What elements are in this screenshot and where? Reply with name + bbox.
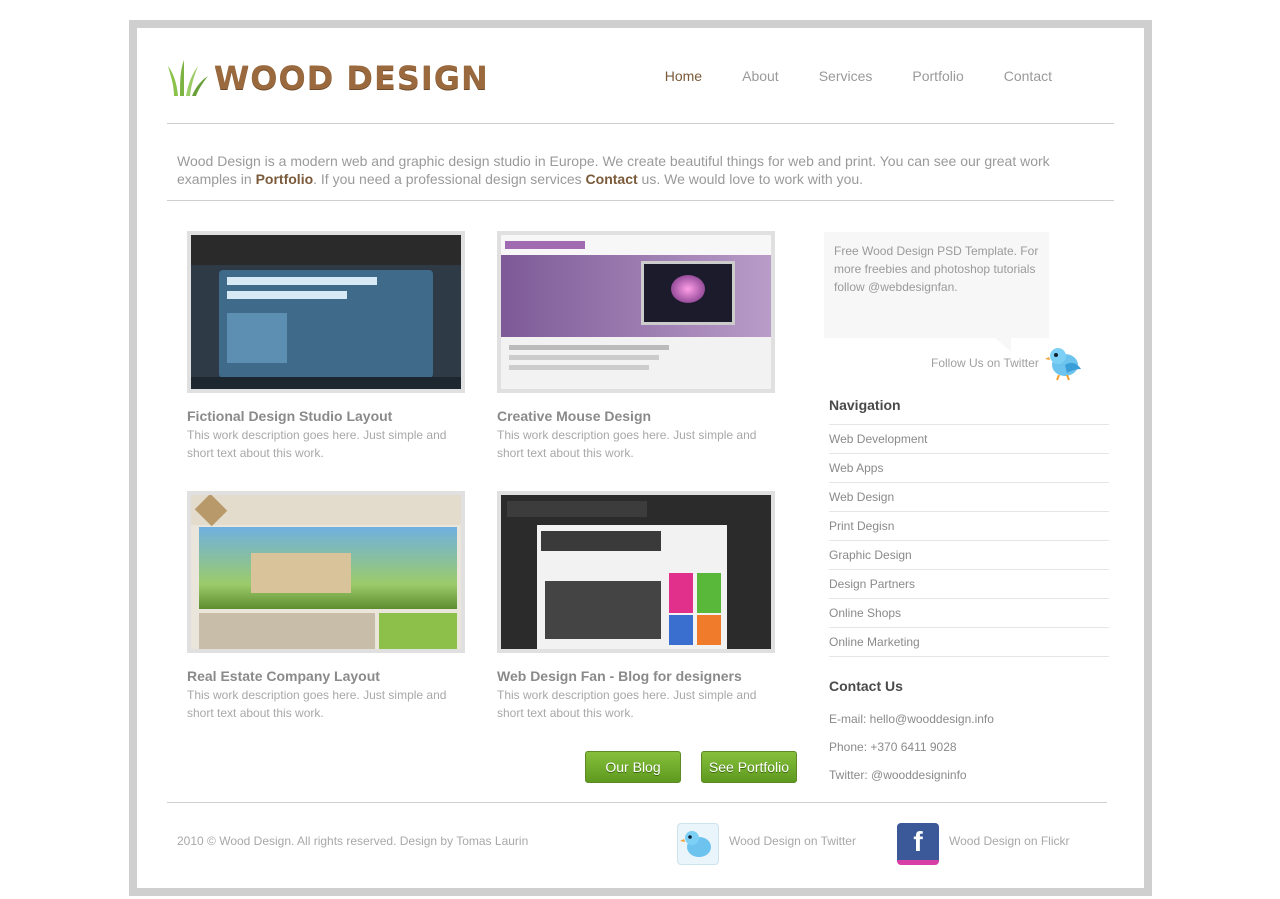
portfolio-thumbnail[interactable] <box>187 491 465 653</box>
sidebar-item-print-design[interactable]: Print Degisn <box>829 511 1109 540</box>
sidebar-item-online-shops[interactable]: Online Shops <box>829 598 1109 627</box>
divider <box>167 123 1114 124</box>
our-blog-button[interactable]: Our Blog <box>585 751 681 783</box>
portfolio-title[interactable]: Real Estate Company Layout <box>187 668 467 686</box>
portfolio-item: Web Design Fan - Blog for designers This… <box>497 491 777 722</box>
portfolio-item: Fictional Design Studio Layout This work… <box>187 231 467 462</box>
footer-divider <box>167 802 1107 803</box>
nav-about[interactable]: About <box>742 68 779 84</box>
portfolio-desc: This work description goes here. Just si… <box>187 428 447 460</box>
footer-twitter-link[interactable]: Wood Design on Twitter <box>729 834 856 848</box>
nav-portfolio[interactable]: Portfolio <box>912 68 963 84</box>
nav-contact[interactable]: Contact <box>1004 68 1052 84</box>
sidebar-item-design-partners[interactable]: Design Partners <box>829 569 1109 598</box>
follow-twitter-link[interactable]: Follow Us on Twitter <box>931 356 1039 370</box>
sidebar-item-web-apps[interactable]: Web Apps <box>829 453 1109 482</box>
contact-phone: Phone: +370 6411 9028 <box>829 740 957 754</box>
page-content: WOOD DESIGN Home About Services Portfoli… <box>137 28 1144 888</box>
logo-text: WOOD DESIGN <box>214 59 489 97</box>
portfolio-desc: This work description goes here. Just si… <box>497 688 757 720</box>
footer-flickr-link[interactable]: Wood Design on Flickr <box>949 834 1070 848</box>
sidebar-item-graphic-design[interactable]: Graphic Design <box>829 540 1109 569</box>
see-portfolio-button[interactable]: See Portfolio <box>701 751 797 783</box>
contact-heading: Contact Us <box>829 678 903 694</box>
sidebar-nav: Web Development Web Apps Web Design Prin… <box>829 424 1109 657</box>
grass-icon <box>168 60 208 96</box>
portfolio-desc: This work description goes here. Just si… <box>187 688 447 720</box>
contact-email[interactable]: E-mail: hello@wooddesign.info <box>829 712 994 726</box>
sidebar-item-web-design[interactable]: Web Design <box>829 482 1109 511</box>
portfolio-desc: This work description goes here. Just si… <box>497 428 757 460</box>
portfolio-item: Creative Mouse Design This work descript… <box>497 231 777 462</box>
portfolio-thumbnail[interactable] <box>497 231 775 393</box>
portfolio-link[interactable]: Portfolio <box>256 171 314 187</box>
portfolio-title[interactable]: Fictional Design Studio Layout <box>187 408 467 426</box>
portfolio-title[interactable]: Web Design Fan - Blog for designers <box>497 668 777 686</box>
footer-facebook-icon[interactable]: f <box>897 823 939 865</box>
divider <box>167 200 1114 201</box>
page-frame: WOOD DESIGN Home About Services Portfoli… <box>129 20 1152 896</box>
portfolio-thumbnail[interactable] <box>497 491 775 653</box>
intro-part: us. We would love to work with you. <box>637 171 864 187</box>
intro-part: . If you need a professional design serv… <box>313 171 586 187</box>
portfolio-thumbnail[interactable] <box>187 231 465 393</box>
twitter-bubble: Free Wood Design PSD Template. For more … <box>824 232 1049 352</box>
sidebar-item-web-development[interactable]: Web Development <box>829 424 1109 453</box>
main-nav: Home About Services Portfolio Contact <box>625 68 1052 84</box>
portfolio-item: Real Estate Company Layout This work des… <box>187 491 467 722</box>
navigation-heading: Navigation <box>829 397 901 413</box>
nav-services[interactable]: Services <box>819 68 873 84</box>
nav-home[interactable]: Home <box>665 68 702 84</box>
contact-link[interactable]: Contact <box>586 171 638 187</box>
contact-twitter[interactable]: Twitter: @wooddesigninfo <box>829 768 967 782</box>
portfolio-title[interactable]: Creative Mouse Design <box>497 408 777 426</box>
footer-twitter-icon[interactable] <box>677 823 719 865</box>
twitter-bird-icon[interactable] <box>1045 343 1083 381</box>
intro-text: Wood Design is a modern web and graphic … <box>177 152 1087 188</box>
copyright: 2010 © Wood Design. All rights reserved.… <box>177 834 529 848</box>
sidebar-item-online-marketing[interactable]: Online Marketing <box>829 627 1109 657</box>
logo[interactable]: WOOD DESIGN <box>168 58 489 98</box>
